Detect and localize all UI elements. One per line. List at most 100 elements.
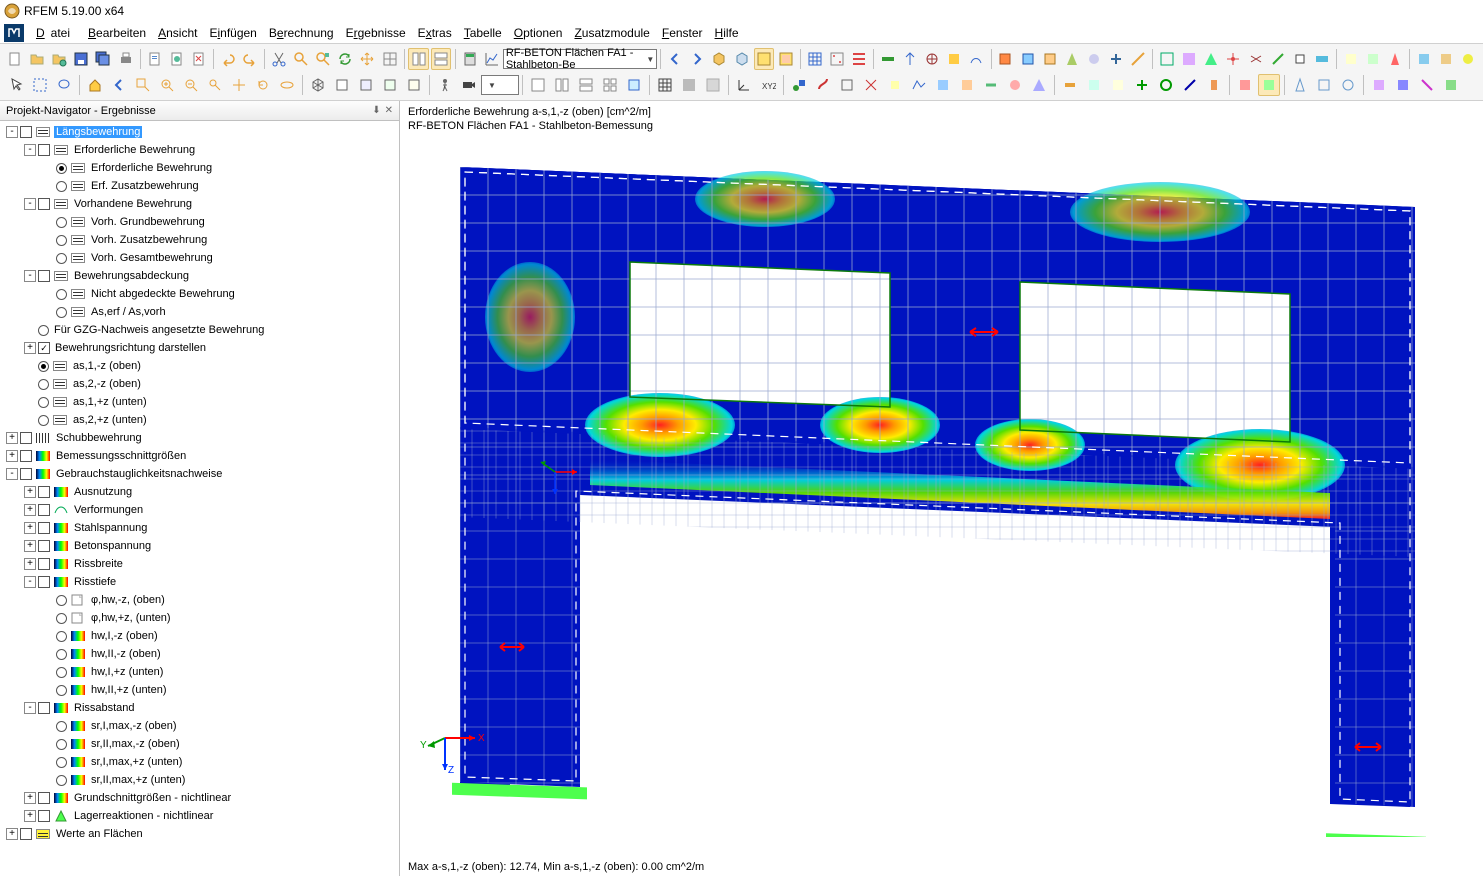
opt-icon[interactable]: [379, 48, 399, 70]
tb2-m4-icon[interactable]: [860, 74, 882, 96]
tb2-layoutbtn-icon[interactable]: [623, 74, 645, 96]
tool7-icon[interactable]: [1018, 48, 1038, 70]
tool18-icon[interactable]: [1268, 48, 1288, 70]
checkbox[interactable]: [38, 702, 50, 714]
menu-datei[interactable]: Datei: [30, 24, 82, 42]
expand-icon[interactable]: -: [24, 198, 36, 210]
navigator-tree[interactable]: -Längsbewehrung-Erforderliche BewehrungE…: [0, 121, 399, 876]
tb2-s6-icon[interactable]: [1179, 74, 1201, 96]
radio[interactable]: [56, 289, 67, 300]
checkbox[interactable]: ✓: [38, 342, 50, 354]
checkbox[interactable]: [38, 558, 50, 570]
save-icon[interactable]: [71, 48, 91, 70]
tree-node[interactable]: +Werte an Flächen: [0, 825, 399, 843]
radio[interactable]: [38, 325, 49, 336]
next-icon[interactable]: [687, 48, 707, 70]
tb2-m6-icon[interactable]: [908, 74, 930, 96]
checkbox[interactable]: [38, 792, 50, 804]
checkbox[interactable]: [38, 270, 50, 282]
tb2-q4-icon[interactable]: [1440, 74, 1462, 96]
saveall-icon[interactable]: [93, 48, 113, 70]
grid3-icon[interactable]: [849, 48, 869, 70]
menu-ergebnisse[interactable]: Ergebnisse: [340, 24, 412, 42]
tree-node[interactable]: +Lagerreaktionen - nichtlinear: [0, 807, 399, 825]
tb2-m8-icon[interactable]: [956, 74, 978, 96]
tb2-pan-icon[interactable]: [228, 74, 250, 96]
tool8-icon[interactable]: [1040, 48, 1060, 70]
tree-node[interactable]: -Erforderliche Bewehrung: [0, 141, 399, 159]
nav-pin-icon[interactable]: ⬇: [372, 105, 380, 116]
tree-node[interactable]: -Rissabstand: [0, 699, 399, 717]
tb2-view-combo[interactable]: ▼: [481, 75, 519, 95]
expand-icon[interactable]: -: [6, 126, 18, 138]
tb2-trans-icon[interactable]: [702, 74, 724, 96]
expand-icon[interactable]: +: [24, 342, 36, 354]
zoom-icon[interactable]: [291, 48, 311, 70]
tree-node[interactable]: as,2,+z (unten): [0, 411, 399, 429]
menu-optionen[interactable]: Optionen: [508, 24, 569, 42]
checkbox[interactable]: [20, 432, 32, 444]
radio[interactable]: [38, 397, 49, 408]
move-icon[interactable]: [357, 48, 377, 70]
checkbox[interactable]: [20, 126, 32, 138]
tb2-s1-icon[interactable]: [1059, 74, 1081, 96]
grid1-icon[interactable]: [805, 48, 825, 70]
tb2-m5-icon[interactable]: [884, 74, 906, 96]
tree-node[interactable]: Vorh. Grundbewehrung: [0, 213, 399, 231]
checkbox[interactable]: [20, 450, 32, 462]
tool20-icon[interactable]: [1312, 48, 1332, 70]
tree-node[interactable]: hw,I,+z (unten): [0, 663, 399, 681]
zoom2-icon[interactable]: [313, 48, 333, 70]
tree-node[interactable]: sr,II,max,-z (oben): [0, 735, 399, 753]
expand-icon[interactable]: +: [6, 450, 18, 462]
layout2-icon[interactable]: [431, 48, 451, 70]
tool11-icon[interactable]: [1106, 48, 1126, 70]
tree-node[interactable]: -Längsbewehrung: [0, 123, 399, 141]
results-combo[interactable]: RF-BETON Flächen FA1 - Stahlbeton-Be▼: [503, 49, 657, 69]
tree-node[interactable]: Nicht abgedeckte Bewehrung: [0, 285, 399, 303]
tree-node[interactable]: +Betonspannung: [0, 537, 399, 555]
tb2-p1-icon[interactable]: [1289, 74, 1311, 96]
radio[interactable]: [56, 595, 67, 606]
expand-icon[interactable]: +: [24, 486, 36, 498]
tool25-icon[interactable]: [1436, 48, 1456, 70]
tb2-m3-icon[interactable]: [836, 74, 858, 96]
redo-icon[interactable]: [240, 48, 260, 70]
tree-node[interactable]: as,2,-z (oben): [0, 375, 399, 393]
tb2-cam-icon[interactable]: [458, 74, 480, 96]
tool17-icon[interactable]: [1246, 48, 1266, 70]
checkbox[interactable]: [38, 522, 50, 534]
doc3-icon[interactable]: [189, 48, 209, 70]
tool15-icon[interactable]: [1201, 48, 1221, 70]
menu-hilfe[interactable]: Hilfe: [709, 24, 745, 42]
tb2-s5-icon[interactable]: [1155, 74, 1177, 96]
tree-node[interactable]: sr,II,max,+z (unten): [0, 771, 399, 789]
cube2-icon[interactable]: [732, 48, 752, 70]
tool5-icon[interactable]: [966, 48, 986, 70]
checkbox[interactable]: [20, 468, 32, 480]
expand-icon[interactable]: +: [24, 558, 36, 570]
tree-node[interactable]: Erforderliche Bewehrung: [0, 159, 399, 177]
tree-node[interactable]: hw,II,+z (unten): [0, 681, 399, 699]
tree-node[interactable]: as,1,-z (oben): [0, 357, 399, 375]
tb2-layout1-icon[interactable]: [527, 74, 549, 96]
tool3-icon[interactable]: [922, 48, 942, 70]
calc-icon[interactable]: [460, 48, 480, 70]
tool9-icon[interactable]: [1062, 48, 1082, 70]
tb2-s2-icon[interactable]: [1083, 74, 1105, 96]
tool14-icon[interactable]: [1179, 48, 1199, 70]
radio[interactable]: [38, 361, 49, 372]
tb2-v4-icon[interactable]: [403, 74, 425, 96]
tree-node[interactable]: sr,I,max,-z (oben): [0, 717, 399, 735]
tree-node[interactable]: as,1,+z (unten): [0, 393, 399, 411]
tb2-p2-icon[interactable]: [1313, 74, 1335, 96]
tool10-icon[interactable]: [1084, 48, 1104, 70]
tb2-q2-icon[interactable]: [1392, 74, 1414, 96]
prev-icon[interactable]: [665, 48, 685, 70]
sheet-icon[interactable]: [754, 48, 774, 70]
doc2-icon[interactable]: [167, 48, 187, 70]
checkbox[interactable]: [38, 540, 50, 552]
tb2-layout4-icon[interactable]: [599, 74, 621, 96]
radio[interactable]: [56, 307, 67, 318]
radio[interactable]: [56, 217, 67, 228]
